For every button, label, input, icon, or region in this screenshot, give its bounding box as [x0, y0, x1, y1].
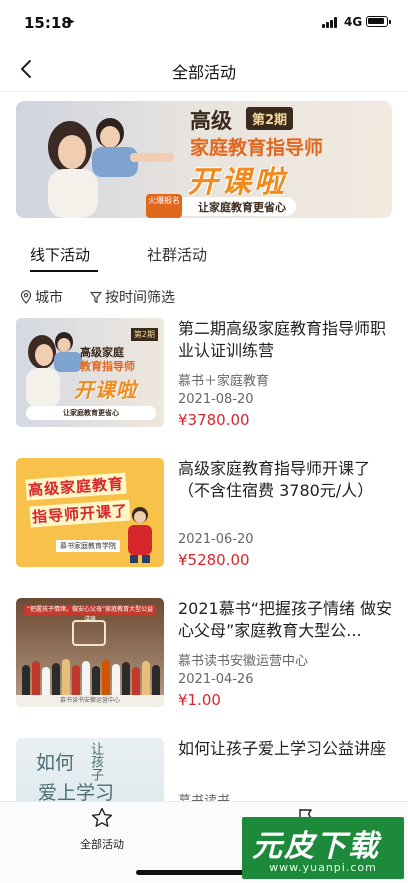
activity-title: 高级家庭教育指导师开课了（不含住宿费 3780元/人） [178, 459, 374, 500]
activity-price: ¥1.00 [178, 691, 221, 709]
banner-batch-badge: 第2期 [246, 107, 294, 130]
thumb-caption: 慕书家庭教育学院 [56, 540, 120, 552]
status-bar: 15:18 ➤ 4G [0, 0, 408, 46]
activity-item[interactable]: 高级家庭教育 指导师开课了 慕书家庭教育学院 高级家庭教育指导师开课了（不含住宿… [0, 458, 408, 580]
thumb-line: 让孩子 [88, 742, 103, 781]
location-pin-icon [20, 290, 32, 304]
activity-date: 2021-04-26 [178, 672, 254, 687]
city-filter-label: 城市 [35, 290, 63, 306]
thumb-footer: 慕书读书安徽运营中心 [16, 695, 164, 707]
logo-icon [72, 620, 106, 646]
thumb-line: 指导师开课了 [29, 499, 131, 528]
tab-underline [30, 270, 98, 272]
filter-bar: 城市 按时间筛选 [0, 284, 408, 308]
teacher-illustration [128, 507, 152, 563]
activity-date: 2021-06-20 [178, 532, 254, 547]
banner-level: 高级 [190, 109, 232, 133]
tab-community[interactable]: 社群活动 [147, 244, 207, 265]
battery-icon [366, 16, 391, 27]
thumb-line: 教育指导师 [80, 360, 135, 373]
page-title: 全部活动 [171, 63, 236, 82]
thumb-headline: 开课啦 [74, 378, 137, 402]
tab-all-activities[interactable]: 全部活动 [62, 806, 142, 852]
banner-headline: 开课啦 [188, 165, 287, 200]
navigation-bar: 全部活动 [0, 46, 408, 92]
activity-price: ¥3780.00 [178, 411, 250, 429]
city-filter[interactable]: 城市 [20, 287, 63, 307]
activity-thumbnail: 第2期 高级家庭 教育指导师 开课啦 让家庭教育更省心 [16, 318, 164, 427]
tab-label: 全部活动 [80, 838, 124, 851]
activity-title: 如何让孩子爱上学习公益讲座 [178, 739, 387, 758]
filter-funnel-icon [90, 291, 102, 304]
banner-course: 家庭教育指导师 [190, 137, 324, 159]
thumb-event-banner: “把握孩子情绪，做安心父母”家庭教育大型公益讲座 [24, 605, 156, 623]
watermark-title: 元皮下载 [252, 829, 380, 864]
group-photo-image [16, 655, 164, 695]
promo-banner[interactable]: 高级 第2期 家庭教育指导师 开课啦 让家庭教育更省心 火爆报名 [16, 101, 392, 218]
star-icon [91, 807, 113, 827]
time-filter[interactable]: 按时间筛选 [90, 287, 175, 307]
activity-tabs: 线下活动 社群活动 [0, 238, 408, 274]
activity-price: ¥5280.00 [178, 551, 250, 569]
watermark-url: www.yuanpi.com [269, 861, 377, 874]
status-time: 15:18 [24, 14, 72, 32]
activity-title: 2021慕书“把握孩子情绪 做安心父母”家庭教育大型公... [178, 599, 393, 640]
activity-thumbnail: 高级家庭教育 指导师开课了 慕书家庭教育学院 [16, 458, 164, 567]
activity-date: 2021-08-20 [178, 392, 254, 407]
network-label: 4G [344, 15, 363, 29]
thumb-batch-tag: 第2期 [130, 328, 158, 341]
activity-organizer: 慕书＋家庭教育 [178, 374, 270, 389]
time-filter-label: 按时间筛选 [105, 290, 175, 306]
thumb-slogan: 让家庭教育更省心 [26, 406, 156, 420]
activity-organizer: 慕书读书安徽运营中心 [178, 654, 309, 669]
banner-hot-badge: 火爆报名 [146, 194, 182, 218]
activity-thumbnail: “把握孩子情绪，做安心父母”家庭教育大型公益讲座 慕书读书安徽运营中心 [16, 598, 164, 707]
location-arrow-icon: ➤ [66, 15, 76, 28]
activity-item[interactable]: 第2期 高级家庭 教育指导师 开课啦 让家庭教育更省心 第二期高级家庭教育指导师… [0, 318, 408, 440]
thumb-line: 高级家庭教育 [25, 472, 127, 501]
thumb-line: 如何 [36, 752, 75, 774]
watermark-logo: 元皮下载 www.yuanpi.com [242, 817, 404, 879]
tab-offline[interactable]: 线下活动 [30, 244, 90, 265]
activity-title: 第二期高级家庭教育指导师职业认证训练营 [178, 319, 387, 360]
signal-icon [322, 17, 340, 28]
activity-item[interactable]: “把握孩子情绪，做安心父母”家庭教育大型公益讲座 慕书读书安徽运营中心 2021… [0, 598, 408, 720]
